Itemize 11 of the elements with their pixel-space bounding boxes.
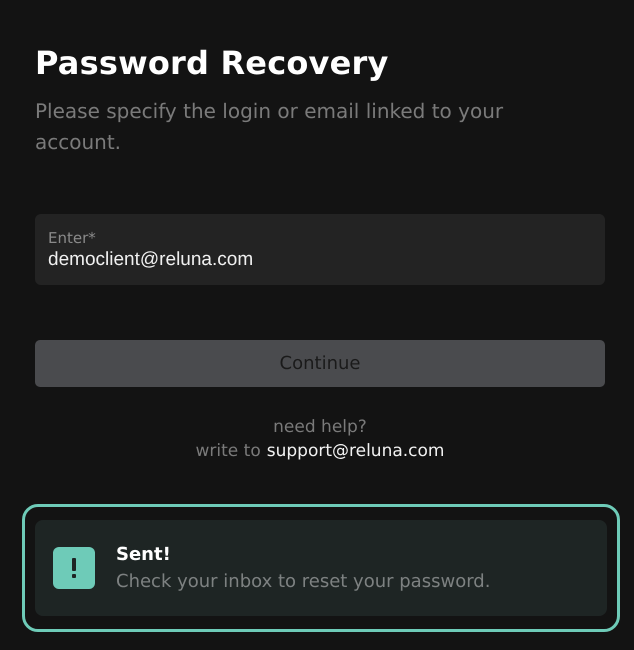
support-link[interactable]: support@reluna.com (266, 441, 444, 461)
page-title: Password Recovery (35, 44, 390, 82)
field-label: Enter* (48, 229, 97, 247)
email-input[interactable]: democlient@reluna.com (48, 249, 592, 271)
help-prefix: write to (196, 441, 261, 461)
help-text: need help? (273, 417, 367, 437)
email-field[interactable]: Enter* democlient@reluna.com (35, 214, 605, 285)
toast-title: Sent! (116, 544, 172, 565)
subtitle: Please specify the login or email linked to your account. (35, 98, 504, 156)
exclamation-icon (53, 547, 95, 589)
toast-message: Check your inbox to reset your password. (116, 571, 490, 592)
